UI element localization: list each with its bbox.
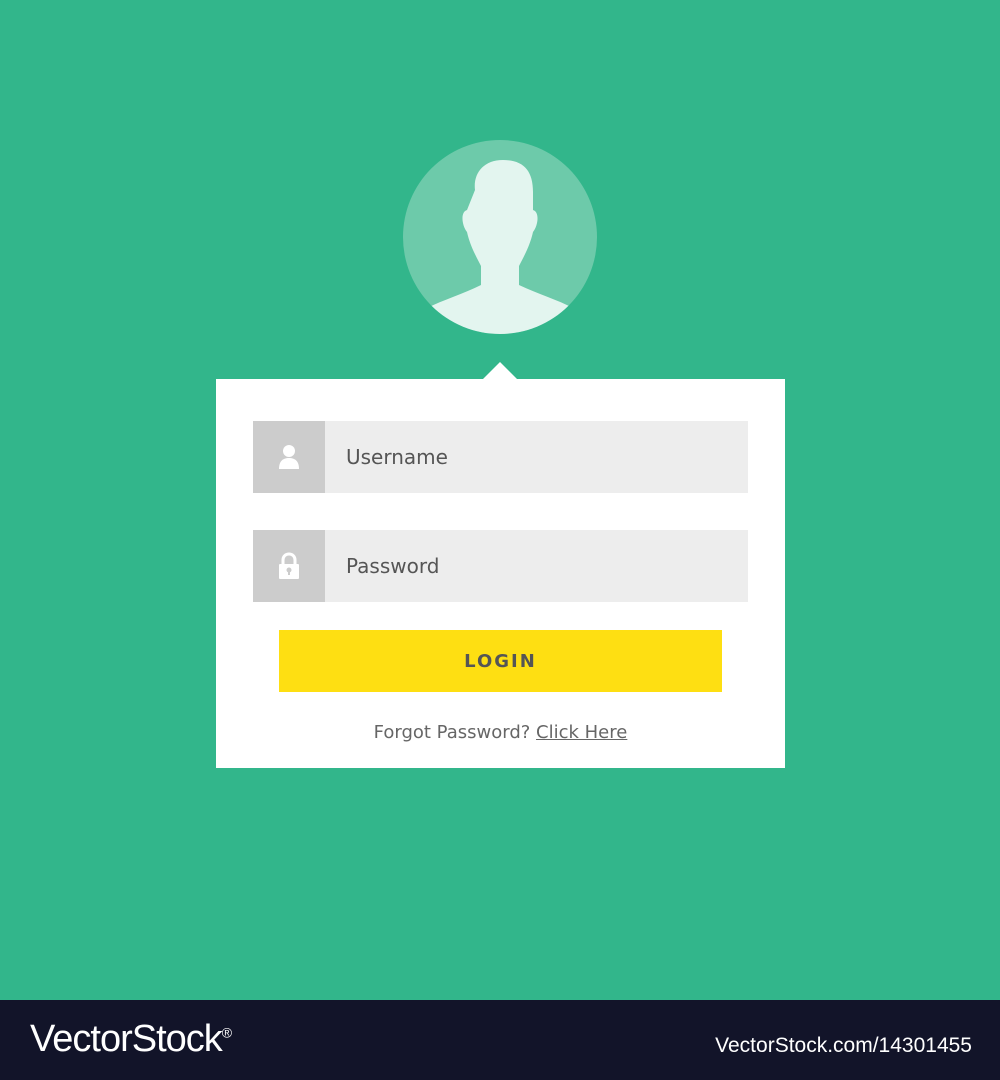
footer-logo-text: VectorStock xyxy=(30,1018,223,1060)
password-field xyxy=(253,530,748,602)
card-pointer xyxy=(482,362,518,380)
forgot-password-text: Forgot Password? xyxy=(373,722,531,743)
lock-icon xyxy=(279,552,299,579)
avatar xyxy=(403,140,597,334)
user-silhouette-icon xyxy=(427,160,573,334)
password-input[interactable] xyxy=(325,530,748,602)
username-field xyxy=(253,421,748,493)
footer-image-id: VectorStock.com/14301455 xyxy=(715,1034,972,1057)
login-screen: LOGIN Forgot Password? Click Here xyxy=(0,0,1000,1000)
password-icon-box xyxy=(253,530,325,602)
username-icon-box xyxy=(253,421,325,493)
footer-logo: VectorStock® xyxy=(30,1018,232,1061)
login-button[interactable]: LOGIN xyxy=(279,630,722,692)
registered-mark: ® xyxy=(221,1024,232,1041)
user-icon xyxy=(279,445,299,469)
forgot-password-row: Forgot Password? Click Here xyxy=(216,722,785,743)
login-card: LOGIN Forgot Password? Click Here xyxy=(216,379,785,768)
click-here-link[interactable]: Click Here xyxy=(536,722,627,743)
watermark-footer: VectorStock® VectorStock.com/14301455 xyxy=(0,1000,1000,1080)
username-input[interactable] xyxy=(325,421,748,493)
